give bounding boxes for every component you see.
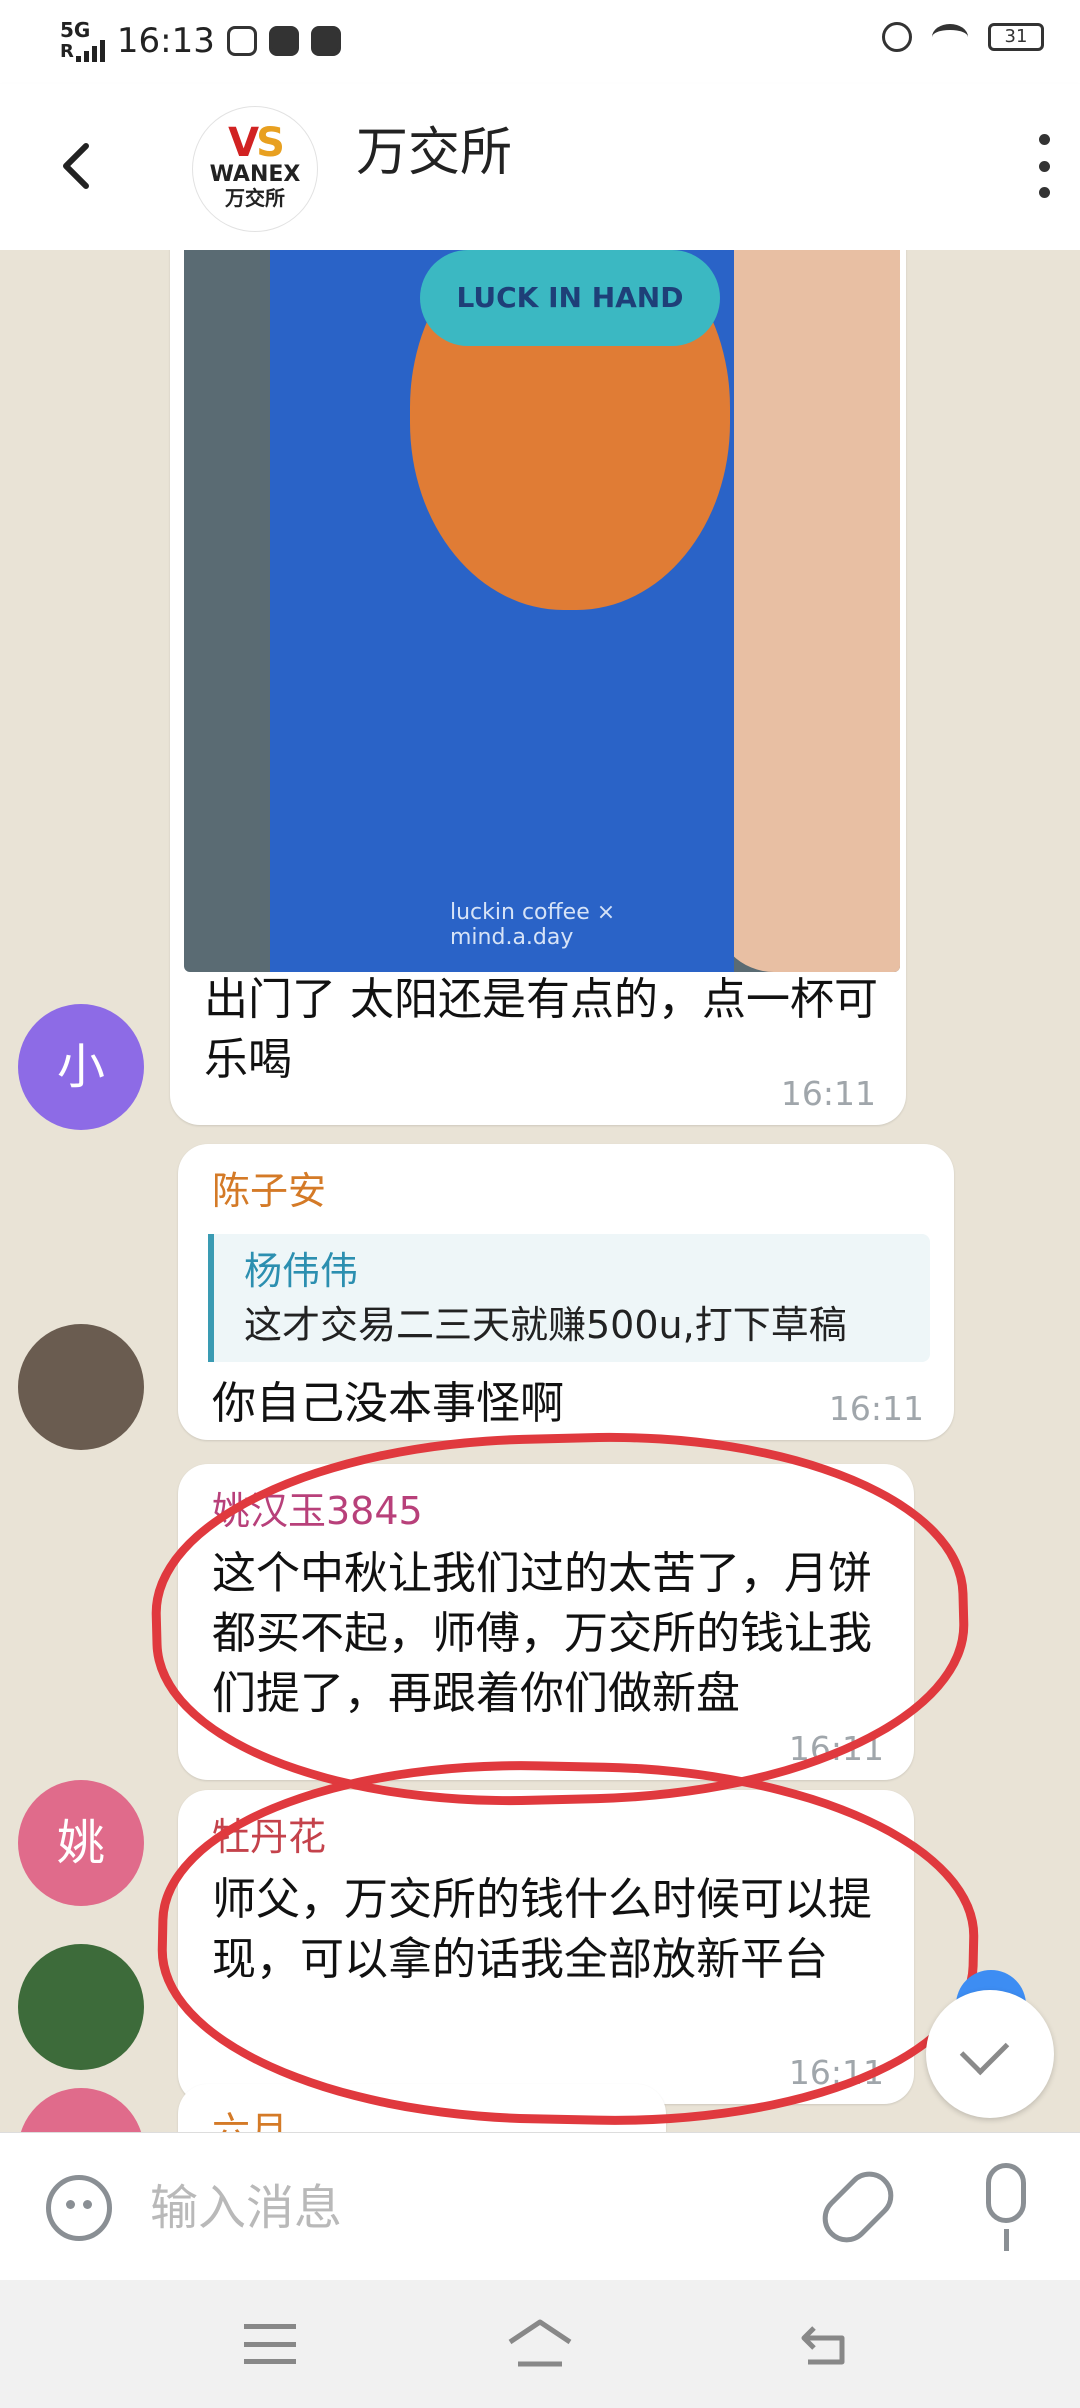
sender-name[interactable]: 牡丹花 <box>212 1806 326 1861</box>
avatar[interactable]: 小 <box>18 1004 144 1130</box>
photo-hand <box>714 250 900 972</box>
recent-apps-icon[interactable] <box>244 2324 296 2364</box>
message-text: 你自己没本事怪啊 <box>212 1378 564 1429</box>
reply-quote[interactable]: 杨伟伟 这才交易二三天就赚500u,打下草稿 <box>208 1234 930 1362</box>
message-bubble[interactable]: 陈子安 杨伟伟 这才交易二三天就赚500u,打下草稿 你自己没本事怪啊 16:1… <box>178 1144 954 1440</box>
status-right: 31 <box>882 22 1044 52</box>
photo-attachment[interactable]: LUCK IN HAND luckin coffee × mind.a.day <box>184 250 900 972</box>
wanex-logo-mark: VS <box>228 120 285 166</box>
signal-icon <box>75 40 105 62</box>
message-bubble[interactable]: 六月 <box>178 2084 666 2132</box>
reply-sender-name: 杨伟伟 <box>244 1249 359 1293</box>
sender-name[interactable]: 姚汉玉3845 <box>212 1480 423 1535</box>
avatar[interactable] <box>18 1944 144 2070</box>
microphone-icon[interactable] <box>986 2163 1026 2223</box>
more-options-icon[interactable] <box>1024 134 1064 198</box>
avatar[interactable] <box>18 1324 144 1450</box>
reply-text: 这才交易二三天就赚500u,打下草稿 <box>244 1303 847 1347</box>
status-left: 5G R 16:13 <box>60 20 341 62</box>
message-text: 这个中秋让我们过的太苦了，月饼都买不起，师傅，万交所的钱让我们提了，再跟着你们做… <box>212 1548 872 1719</box>
message-text: 出门了 太阳还是有点的，点一杯可乐喝 <box>204 974 878 1085</box>
sender-name[interactable]: 陈子安 <box>212 1160 326 1215</box>
status-bar: 5G R 16:13 31 <box>0 0 1080 84</box>
message-time: 16:11 <box>828 1389 924 1428</box>
check-icon <box>959 2025 1010 2076</box>
back-arrow-icon[interactable] <box>48 136 108 196</box>
logo-brand-cn: 万交所 <box>225 186 285 210</box>
emoji-icon[interactable] <box>46 2175 112 2241</box>
message-text: 师父，万交所的钱什么时候可以提现，可以拿的话我全部放新平台 <box>212 1874 872 1985</box>
message-time: 16:11 <box>780 1074 876 1113</box>
back-nav-icon[interactable] <box>796 2316 852 2372</box>
logo-brand-name: WANEX <box>209 162 301 187</box>
battery-icon: 31 <box>988 23 1044 51</box>
message-bubble[interactable]: 牡丹花 师父，万交所的钱什么时候可以提现，可以拿的话我全部放新平台 16:11 <box>178 1790 914 2104</box>
message-list[interactable]: LUCK IN HAND luckin coffee × mind.a.day … <box>0 250 1080 2132</box>
group-avatar[interactable]: VS WANEX 万交所 <box>192 106 318 232</box>
cup-brand-text: luckin coffee × mind.a.day <box>450 900 616 950</box>
cup-cap-text: LUCK IN HAND <box>420 250 720 346</box>
scroll-to-bottom-button[interactable] <box>926 1990 1054 2118</box>
video-notification-icon <box>268 26 299 56</box>
photo-cup: LUCK IN HAND luckin coffee × mind.a.day <box>270 250 734 972</box>
microphone-stand <box>1004 2229 1009 2251</box>
avatar[interactable] <box>18 2088 144 2132</box>
alarm-icon <box>882 22 912 52</box>
system-nav-bar <box>0 2280 1080 2408</box>
app-notification-icon <box>226 26 257 56</box>
message-notification-icon <box>310 26 341 56</box>
home-icon[interactable] <box>506 2316 574 2372</box>
chat-title[interactable]: 万交所 <box>356 110 512 185</box>
message-bubble[interactable]: 姚汉玉3845 这个中秋让我们过的太苦了，月饼都买不起，师傅，万交所的钱让我们提… <box>178 1464 914 1780</box>
message-input-bar <box>0 2132 1080 2281</box>
attach-icon[interactable] <box>812 2161 904 2253</box>
message-input[interactable] <box>148 2167 792 2249</box>
message-bubble[interactable]: LUCK IN HAND luckin coffee × mind.a.day … <box>170 250 906 1125</box>
network-type: 5G <box>60 18 91 42</box>
chat-header: VS WANEX 万交所 万交所 <box>0 84 1080 250</box>
roaming-indicator: R <box>60 41 74 62</box>
network-indicator: 5G R <box>60 20 105 62</box>
wifi-icon <box>932 24 968 50</box>
clock: 16:13 <box>116 21 215 61</box>
avatar[interactable]: 姚 <box>18 1780 144 1906</box>
message-time: 16:11 <box>788 2053 884 2092</box>
message-time: 16:11 <box>788 1729 884 1768</box>
sender-name[interactable]: 六月 <box>212 2100 288 2132</box>
